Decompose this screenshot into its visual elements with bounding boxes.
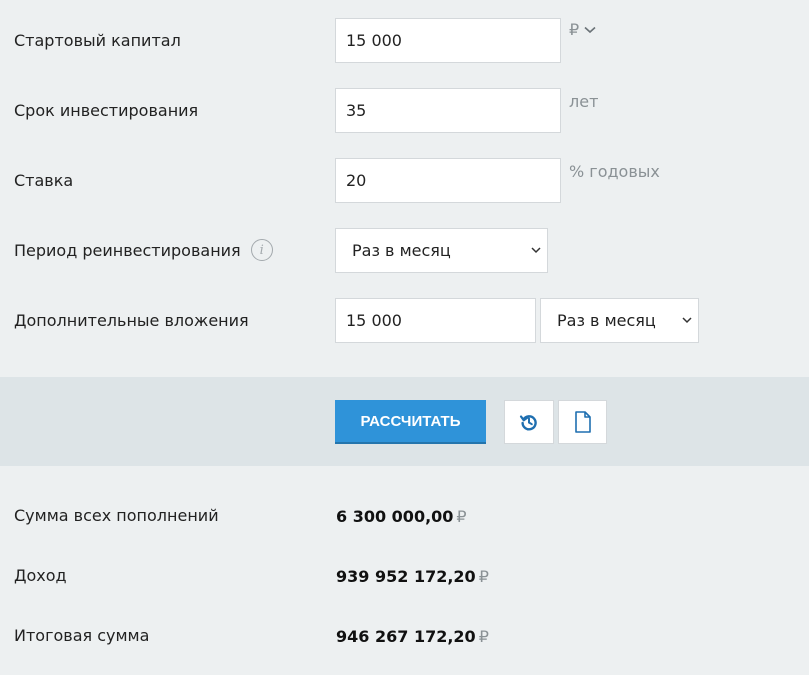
calculator-form: Стартовый капитал 15 000 ₽ Срок инвестир… <box>0 0 809 377</box>
reset-button[interactable] <box>504 400 554 444</box>
total-currency: ₽ <box>478 627 489 646</box>
deposits-value: 6 300 000,00 <box>336 507 454 526</box>
capital-value: 15 000 <box>346 31 402 50</box>
income-value-row: 939 952 172,20 ₽ <box>336 567 489 586</box>
action-bar: РАССЧИТАТЬ <box>0 377 809 466</box>
reinvest-period-value: Раз в месяц <box>352 241 451 260</box>
term-value: 35 <box>346 101 367 120</box>
deposits-value-row: 6 300 000,00 ₽ <box>336 507 467 526</box>
reinvest-period-select[interactable]: Раз в месяц <box>335 228 548 273</box>
rate-label: Ставка <box>14 170 74 190</box>
rate-value: 20 <box>346 171 367 190</box>
rate-input[interactable]: 20 <box>335 158 561 203</box>
additional-label: Дополнительные вложения <box>14 310 249 330</box>
term-label: Срок инвестирования <box>14 100 199 120</box>
document-icon <box>574 411 591 433</box>
chevron-down-icon <box>682 317 692 324</box>
currency-select[interactable]: ₽ <box>569 20 596 39</box>
calculate-button[interactable]: РАССЧИТАТЬ <box>335 400 486 444</box>
additional-input[interactable]: 15 000 <box>335 298 536 343</box>
term-input[interactable]: 35 <box>335 88 561 133</box>
reset-history-icon <box>519 415 537 431</box>
total-value: 946 267 172,20 <box>336 627 476 646</box>
deposits-label: Сумма всех пополнений <box>14 506 219 525</box>
deposits-currency: ₽ <box>456 507 467 526</box>
total-label: Итоговая сумма <box>14 626 150 645</box>
rate-unit: % годовых <box>569 162 660 181</box>
reinvest-label-row: Период реинвестирования i <box>14 238 273 262</box>
results-panel: Сумма всех пополнений 6 300 000,00 ₽ Дохо… <box>0 466 809 675</box>
capital-label: Стартовый капитал <box>14 30 181 50</box>
additional-period-select[interactable]: Раз в месяц <box>540 298 699 343</box>
chevron-down-icon <box>584 26 596 33</box>
reinvest-label: Период реинвестирования <box>14 240 241 260</box>
additional-value: 15 000 <box>346 311 402 330</box>
income-value: 939 952 172,20 <box>336 567 476 586</box>
export-document-button[interactable] <box>558 400 607 444</box>
capital-input[interactable]: 15 000 <box>335 18 561 63</box>
total-value-row: 946 267 172,20 ₽ <box>336 627 489 646</box>
chevron-down-icon <box>531 247 541 254</box>
term-unit: лет <box>569 92 599 111</box>
additional-period-value: Раз в месяц <box>557 311 656 330</box>
income-label: Доход <box>14 566 67 585</box>
currency-symbol: ₽ <box>569 20 580 39</box>
income-currency: ₽ <box>478 567 489 586</box>
info-icon[interactable]: i <box>250 239 273 261</box>
